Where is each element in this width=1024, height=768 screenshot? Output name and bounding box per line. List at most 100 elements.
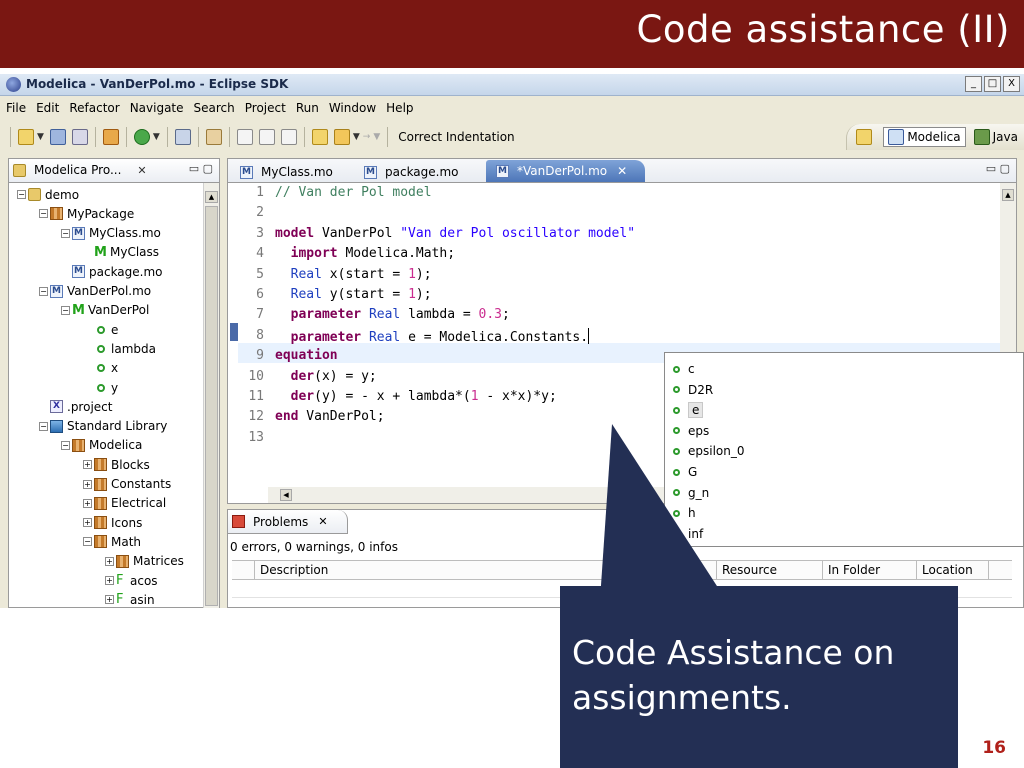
expand-icon[interactable]: + [105,556,114,566]
scroll-up-arrow-icon[interactable]: ▲ [1002,189,1014,201]
expand-icon[interactable]: + [83,479,92,489]
tree-item[interactable]: + Matrices [105,552,184,571]
tree-item[interactable]: lambda [83,339,156,358]
minimize-button[interactable]: _ [965,76,982,92]
completion-item[interactable]: eps [673,421,709,441]
scroll-up-arrow-icon[interactable]: ▲ [205,191,218,203]
last-edit-icon[interactable] [311,129,328,145]
tree-item[interactable]: − MyPackage [39,204,134,223]
run-icon[interactable] [133,129,150,145]
tree-item[interactable]: M MyClass [83,243,159,262]
new-function-icon[interactable] [102,129,119,145]
scroll-thumb[interactable] [205,206,218,606]
collapse-icon[interactable]: − [39,421,48,431]
code-line[interactable]: Real x(start = 1); [275,267,432,282]
completion-item[interactable]: epsilon_0 [673,441,745,461]
completion-item[interactable]: G [673,462,697,482]
maximize-button[interactable]: □ [984,76,1001,92]
code-line[interactable]: der(y) = - x + lambda*(1 - x*x)*y; [275,389,557,404]
tree-item[interactable]: y [83,378,118,397]
save-icon[interactable] [49,129,66,145]
tree-item[interactable]: X .project [39,397,112,416]
tree-item[interactable]: − M VanDerPol [61,301,149,320]
explorer-scrollbar[interactable]: ▲ [203,183,219,608]
perspective-modelica[interactable]: Modelica [883,127,966,147]
close-icon[interactable]: ✕ [318,515,327,528]
chevron-down-icon[interactable]: ▼ [37,132,44,142]
open-type-icon[interactable] [174,129,191,145]
tree-item[interactable]: − demo [17,185,79,204]
tab-package[interactable]: M package.mo [356,162,467,182]
chevron-down-icon[interactable]: ▼ [153,132,160,142]
tree-item[interactable]: + Icons [83,513,142,532]
expand-icon[interactable]: + [83,518,92,528]
view-controls[interactable]: ▭ ▢ [986,162,1010,175]
code-line[interactable]: import Modelica.Math; [275,246,455,261]
close-icon[interactable]: ✕ [617,164,627,178]
completion-item[interactable]: c [673,359,695,379]
perspective-java[interactable]: Java [973,129,1018,145]
menu-navigate[interactable]: Navigate [130,101,184,115]
tab-vanderpol[interactable]: M *VanDerPol.mo ✕ [486,160,646,182]
collapse-icon[interactable]: − [83,537,92,547]
annotation-prev-icon[interactable] [236,129,253,145]
completion-item[interactable]: g_n [673,483,709,503]
tree-item[interactable]: − Math [83,532,141,551]
completion-item[interactable]: D2R [673,380,713,400]
tree-item[interactable]: + Facos [105,571,158,590]
menu-search[interactable]: Search [194,101,235,115]
tree-item[interactable]: − Standard Library [39,417,167,436]
forward-arrow-icon[interactable]: → [363,132,371,142]
tree-item[interactable]: + Blocks [83,455,150,474]
tree-item[interactable]: − M MyClass.mo [61,224,161,243]
expand-icon[interactable]: + [83,460,92,470]
code-line[interactable]: parameter Real e = Modelica.Constants. [275,327,590,345]
explorer-tab[interactable]: Modelica Pro... ✕ ▭ ▢ [9,159,219,183]
edit-icon[interactable] [205,129,222,145]
menu-run[interactable]: Run [296,101,319,115]
code-line[interactable]: der(x) = y; [275,369,377,384]
menu-file[interactable]: File [6,101,26,115]
close-button[interactable]: X [1003,76,1020,92]
collapse-icon[interactable]: − [39,209,48,219]
back-arrow-icon[interactable] [333,129,350,145]
chevron-down-icon[interactable]: ▼ [373,132,380,142]
menu-project[interactable]: Project [245,101,286,115]
correct-indentation-button[interactable]: Correct Indentation [398,130,514,144]
code-line[interactable]: end VanDerPol; [275,409,385,424]
open-perspective-icon[interactable] [856,129,873,145]
column-location[interactable]: Location [922,563,973,577]
view-controls[interactable]: ▭ ▢ [189,162,213,175]
expand-icon[interactable]: + [83,498,92,508]
code-line[interactable]: equation [275,348,338,363]
code-line[interactable]: Real y(start = 1); [275,287,432,302]
tree-item[interactable]: e [83,320,118,339]
tree-item[interactable]: x [83,359,118,378]
new-icon[interactable] [18,129,34,145]
chevron-down-icon[interactable]: ▼ [353,132,360,142]
tree-item[interactable]: + Fasin [105,590,155,608]
tree-item[interactable]: + Constants [83,475,171,494]
menu-window[interactable]: Window [329,101,376,115]
expand-icon[interactable]: + [105,576,114,585]
column-description[interactable]: Description [260,563,328,577]
menu-edit[interactable]: Edit [36,101,59,115]
collapse-icon[interactable]: − [61,228,70,238]
problems-tab[interactable]: Problems ✕ [228,510,348,534]
column-in-folder[interactable]: In Folder [828,563,880,577]
collapse-icon[interactable]: − [39,286,48,296]
scroll-left-arrow-icon[interactable]: ◀ [280,489,292,501]
print-icon[interactable] [71,129,88,145]
annotation-next-icon[interactable] [258,129,275,145]
tree-item[interactable]: − Modelica [61,436,142,455]
window-titlebar[interactable]: Modelica - VanDerPol.mo - Eclipse SDK _ … [0,74,1024,96]
completion-item[interactable]: e [673,400,704,420]
collapse-icon[interactable]: − [17,190,26,199]
collapse-icon[interactable]: − [61,305,70,315]
completion-item[interactable]: h [673,503,696,523]
collapse-icon[interactable]: − [61,440,70,450]
code-line[interactable]: parameter Real lambda = 0.3; [275,307,510,322]
column-resource[interactable]: Resource [722,563,777,577]
close-icon[interactable]: ✕ [137,164,146,177]
menu-refactor[interactable]: Refactor [69,101,119,115]
